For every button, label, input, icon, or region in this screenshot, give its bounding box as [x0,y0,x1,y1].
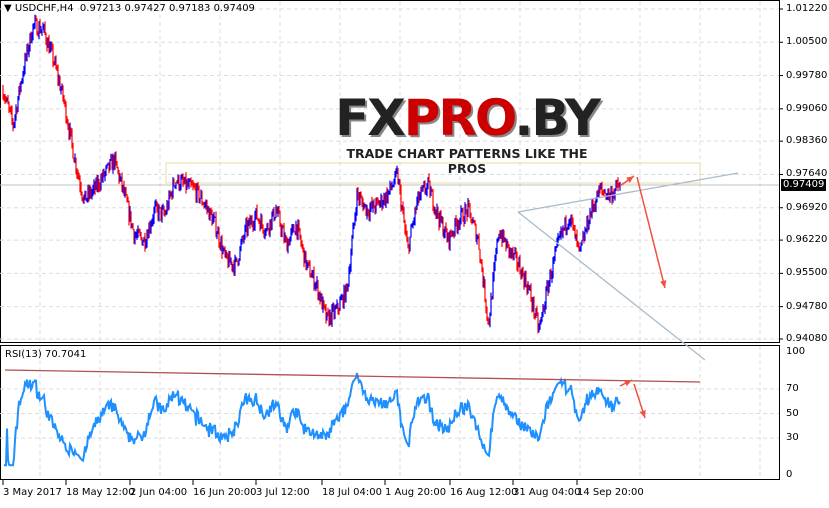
high-value: 0.97427 [124,3,166,14]
time-tick: 31 Aug 04:00 [513,487,581,498]
time-tick: 3 Jul 12:00 [256,487,310,498]
up-arrow-head [626,176,634,183]
rsi-tick: 100 [786,346,806,357]
price-tick: 0.96920 [786,201,828,213]
time-tick: 2 Jun 04:00 [130,487,188,498]
rsi-tick: 70 [786,382,799,394]
time-tick: 1 Aug 20:00 [385,487,447,498]
rsi-trendline [4,369,701,383]
rsi-tick: 0 [786,469,793,480]
time-tick: 14 Sep 20:00 [577,487,644,498]
time-tick: 16 Aug 12:00 [450,487,518,498]
price-tick: 0.97640 [786,168,828,180]
time-tick: 18 May 12:00 [66,487,135,498]
down-arrow-rsi-head [639,410,646,418]
time-tick: 18 Jul 04:00 [322,487,382,498]
lower-trendline [517,211,706,361]
chart-canvas[interactable] [0,0,829,504]
symbol: USDCHF,H4 [14,3,74,14]
down-arrow-price [636,176,666,289]
open-value: 0.97213 [79,3,122,14]
price-tick: 0.99060 [786,102,828,114]
price-tick: 0.94080 [786,333,828,344]
rsi-tick: 30 [786,432,799,444]
watermark-logo: FXPRO.BY TRADE CHART PATTERNS LIKE THE P… [333,92,601,176]
watermark-tagline: TRADE CHART PATTERNS LIKE THE PROS [346,146,588,176]
rsi-tick: 50 [786,407,799,419]
price-tick: 0.94780 [786,300,828,312]
price-tick: 0.98360 [786,135,828,147]
time-tick: 3 May 2017 [3,487,62,498]
price-tick: 0.95500 [786,267,828,279]
chart-window[interactable]: ▼ USDCHF,H4 0.97213 0.97427 0.97183 0.97… [0,0,829,504]
price-tick: 0.96220 [786,234,828,246]
rsi-line [4,372,621,467]
rsi-label: RSI(13) 70.7041 [5,349,87,360]
time-tick: 16 Jun 20:00 [193,487,257,498]
price-tick: 1.01220 [786,3,828,14]
low-value: 0.97183 [169,3,211,14]
price-tick: 1.00500 [786,36,828,48]
chart-title: ▼ USDCHF,H4 0.97213 0.97427 0.97183 0.97… [4,3,255,14]
close-value: 0.97409 [213,3,255,14]
price-tick: 0.99780 [786,69,828,81]
current-price-label: 0.97409 [781,179,827,191]
